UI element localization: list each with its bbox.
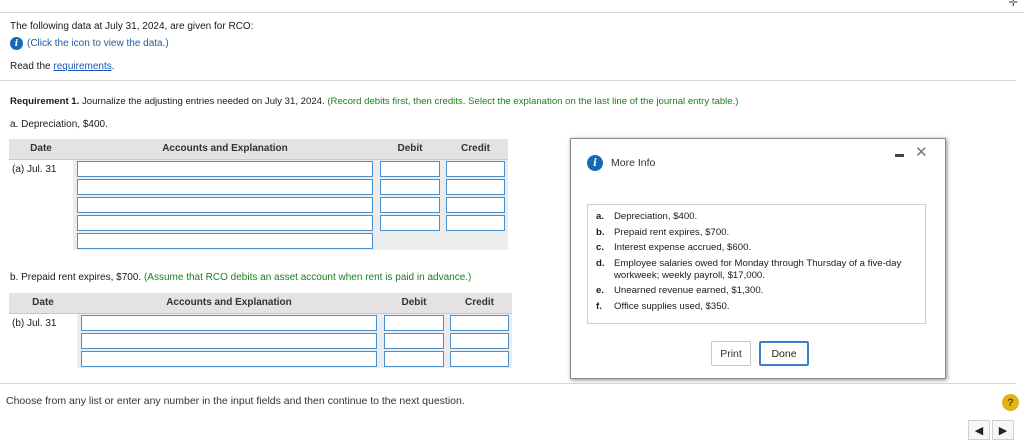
debit-input[interactable]: [380, 196, 440, 213]
part-b-text: b. Prepaid rent expires, $700.: [10, 272, 142, 283]
table-row: [9, 178, 508, 196]
help-icon[interactable]: ?: [1002, 394, 1019, 411]
entry-b-date: (b) Jul. 31: [9, 313, 77, 368]
dialog-title: More Info: [611, 157, 656, 169]
item-text: Unearned revenue earned, $1,300.: [614, 285, 764, 296]
table-row: [9, 350, 512, 368]
read-requirements: Read the requirements.: [10, 61, 115, 72]
debit-input[interactable]: [384, 350, 444, 367]
minimize-icon[interactable]: [895, 154, 904, 157]
accounts-header: Accounts and Explanation: [73, 139, 377, 160]
date-header: Date: [9, 293, 77, 314]
item-letter: c.: [596, 242, 605, 253]
debit-input[interactable]: [380, 160, 440, 177]
item-text: Depreciation, $400.: [614, 211, 698, 222]
footer-text: Choose from any list or enter any number…: [6, 395, 465, 407]
debit-input[interactable]: [380, 214, 440, 231]
credit-header: Credit: [443, 139, 508, 160]
list-item: b. Prepaid rent expires, $700.: [596, 227, 917, 239]
debit-header: Debit: [381, 293, 447, 314]
dialog-header: i More Info: [587, 155, 655, 171]
list-item: c. Interest expense accrued, $600.: [596, 242, 917, 254]
credit-input[interactable]: [450, 350, 509, 367]
part-b-label: b. Prepaid rent expires, $700. (Assume t…: [10, 272, 471, 283]
print-button[interactable]: Print: [711, 341, 751, 366]
list-item: e. Unearned revenue earned, $1,300.: [596, 285, 917, 297]
date-header: Date: [9, 139, 73, 160]
account-input[interactable]: [77, 196, 373, 213]
credit-header: Credit: [447, 293, 512, 314]
item-letter: f.: [596, 300, 602, 312]
part-b-note: (Assume that RCO debits an asset account…: [141, 272, 472, 283]
prev-arrow-icon[interactable]: ◀: [968, 420, 990, 440]
item-letter: b.: [596, 226, 605, 238]
credit-input[interactable]: [446, 160, 505, 177]
debit-input[interactable]: [384, 332, 444, 349]
footer-divider: [0, 383, 1016, 384]
part-a-label: a. Depreciation, $400.: [10, 119, 108, 130]
view-data-row[interactable]: i (Click the icon to view the data.): [10, 37, 169, 50]
table-row: [9, 214, 508, 232]
journal-table-a: Date Accounts and Explanation Debit Cred…: [9, 139, 508, 250]
credit-input[interactable]: [450, 332, 509, 349]
credit-input[interactable]: [446, 178, 505, 195]
item-text: Prepaid rent expires, $700.: [614, 226, 730, 238]
click-icon-text: (Click the icon to view the data.): [27, 38, 169, 49]
item-letter: e.: [596, 285, 605, 296]
more-info-dialog: i More Info ✕ a. Depreciation, $400. b. …: [570, 138, 946, 379]
account-input[interactable]: [81, 332, 377, 349]
requirement-label: Requirement 1.: [10, 96, 80, 107]
table-row: (b) Jul. 31: [9, 313, 512, 368]
read-prefix: Read the: [10, 61, 54, 72]
requirement-text: Requirement 1. Journalize the adjusting …: [10, 96, 738, 107]
requirement-body: Journalize the adjusting entries needed …: [79, 96, 325, 107]
item-letter: a.: [596, 211, 605, 222]
account-input[interactable]: [77, 214, 373, 231]
table-row: [9, 196, 508, 214]
accounts-header: Accounts and Explanation: [77, 293, 381, 314]
intro-text: The following data at July 31, 2024, are…: [10, 21, 254, 32]
entry-a-date: (a) Jul. 31: [9, 159, 73, 250]
credit-input[interactable]: [450, 314, 509, 331]
section-divider: [0, 80, 1016, 81]
credit-input[interactable]: [446, 196, 505, 213]
table-row: [9, 232, 508, 250]
item-letter: d.: [596, 257, 605, 269]
debit-header: Debit: [377, 139, 443, 160]
item-text: Office supplies used, $350.: [614, 300, 730, 312]
table-row: (a) Jul. 31: [9, 159, 508, 250]
account-input[interactable]: [81, 350, 377, 367]
credit-input[interactable]: [446, 214, 505, 231]
account-input[interactable]: [77, 160, 373, 177]
list-item: a. Depreciation, $400.: [596, 211, 917, 223]
next-arrow-icon[interactable]: ▶: [992, 420, 1014, 440]
table-row: [9, 332, 512, 350]
requirements-link[interactable]: requirements: [53, 61, 111, 72]
debit-input[interactable]: [380, 178, 440, 195]
top-divider: [0, 12, 1024, 13]
explanation-input[interactable]: [77, 232, 373, 249]
read-suffix: .: [111, 61, 115, 72]
account-input[interactable]: [77, 178, 373, 195]
debit-input[interactable]: [384, 314, 444, 331]
list-item: d. Employee salaries owed for Monday thr…: [596, 258, 917, 282]
item-text: Interest expense accrued, $600.: [614, 242, 752, 253]
info-list: a. Depreciation, $400. b. Prepaid rent e…: [587, 204, 926, 324]
info-icon: i: [587, 155, 603, 171]
expand-icon[interactable]: ✛: [1009, 0, 1018, 9]
list-item: f. Office supplies used, $350.: [596, 301, 917, 313]
requirement-instruction: (Record debits first, then credits. Sele…: [324, 96, 739, 107]
info-icon[interactable]: i: [10, 37, 23, 50]
journal-table-b: Date Accounts and Explanation Debit Cred…: [9, 293, 512, 368]
done-button[interactable]: Done: [759, 341, 809, 366]
close-icon[interactable]: ✕: [915, 145, 928, 160]
account-input[interactable]: [81, 314, 377, 331]
item-text: Employee salaries owed for Monday throug…: [614, 257, 902, 281]
